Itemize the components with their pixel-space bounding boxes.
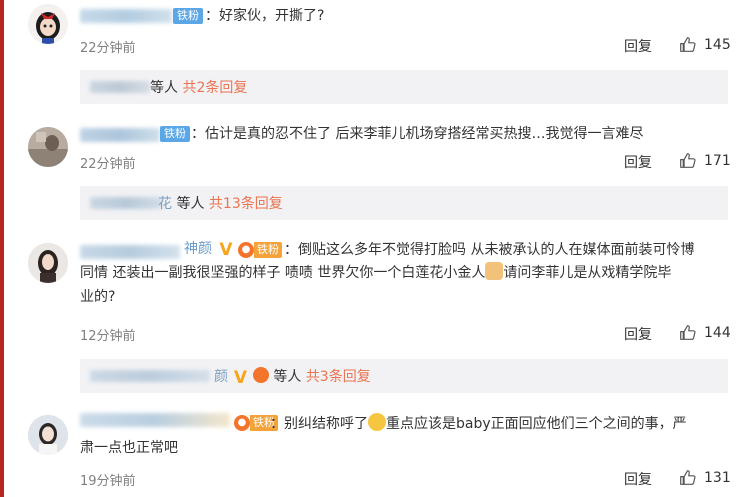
comment-text: ：好家伙，开撕了?: [205, 8, 325, 24]
comment-text-line2: 肃一点也正常吧: [80, 440, 178, 456]
like-count: 131: [704, 469, 731, 486]
like-button[interactable]: 131: [679, 469, 731, 486]
sub-replies[interactable]: 等人 共2条回复: [80, 70, 728, 104]
view-replies-link[interactable]: 共3条回复: [306, 369, 371, 385]
fan-icon: [252, 367, 269, 383]
sub-reply-summary: 花 等人 共13条回复: [158, 196, 283, 212]
sleepy-face-emoji: [368, 413, 386, 431]
comment-text: ：估计是真的忍不住了 后来李菲儿机场穿搭经常买热搜…我觉得一言难尽: [191, 126, 644, 142]
fan-icon: ●: [234, 415, 250, 431]
thumbs-up-icon: [680, 325, 696, 340]
comment-time: 22分钟前: [80, 41, 136, 56]
like-button[interactable]: 144: [679, 324, 731, 341]
iron-fan-badge: 铁粉: [160, 126, 190, 142]
avatar[interactable]: [28, 243, 68, 283]
like-count: 171: [704, 152, 731, 169]
fan-icon: ●: [238, 242, 254, 258]
username-tail[interactable]: 神颜: [184, 238, 212, 260]
comment-time: 22分钟前: [80, 157, 136, 172]
comment-time: 19分钟前: [80, 474, 136, 489]
sub-replies[interactable]: 颜 V 等人 共3条回复: [80, 359, 728, 393]
fan-level-badge: ● 铁粉: [238, 242, 282, 258]
username-blurred[interactable]: [80, 9, 172, 23]
reply-button[interactable]: 回复: [624, 324, 652, 344]
praying-hands-emoji: [485, 262, 504, 280]
view-replies-link[interactable]: 共2条回复: [182, 80, 247, 96]
sub-username-blurred: [90, 197, 162, 209]
comment-text-line2: 同情 还装出一副我很坚强的样子 啧啧 世界欠你一个白莲花小金人 请问李菲儿是从戏精…: [80, 262, 671, 284]
comment-text: ：别纠结称呼了 重点应该是baby正面回应他们三个之间的事，严: [270, 413, 687, 435]
avatar[interactable]: [28, 127, 68, 167]
sub-reply-summary: 颜 V 等人 共3条回复: [214, 367, 371, 388]
like-button[interactable]: 145: [679, 36, 731, 53]
reply-button[interactable]: 回复: [624, 152, 652, 172]
vip-v-icon: V: [233, 368, 248, 388]
username-blurred[interactable]: [80, 413, 230, 427]
comment-text-line3: 业的?: [80, 289, 116, 305]
like-count: 144: [704, 324, 731, 341]
sub-replies[interactable]: 花 等人 共13条回复: [80, 186, 728, 220]
sub-username-blurred: [90, 370, 210, 382]
thumbs-up-icon: [680, 470, 696, 485]
reply-button[interactable]: 回复: [624, 36, 652, 56]
vip-v-icon: V: [219, 240, 233, 260]
iron-fan-badge: 铁粉: [173, 8, 203, 24]
sub-username-blurred: [90, 81, 150, 93]
like-button[interactable]: 171: [679, 152, 731, 169]
view-replies-link[interactable]: 共13条回复: [209, 196, 283, 212]
comment-time: 12分钟前: [80, 329, 136, 344]
sub-reply-summary: 等人 共2条回复: [150, 80, 248, 96]
avatar[interactable]: [28, 4, 68, 44]
thumbs-up-icon: [680, 37, 696, 52]
left-red-rule: [0, 0, 4, 497]
reply-button[interactable]: 回复: [624, 469, 652, 489]
avatar[interactable]: [28, 415, 68, 455]
thumbs-up-icon: [680, 153, 696, 168]
like-count: 145: [704, 36, 731, 53]
comment-text: ：倒贴这么多年不觉得打脸吗 从未被承认的人在媒体面前装可怜博: [284, 242, 695, 258]
username-blurred[interactable]: [80, 245, 180, 259]
username-blurred[interactable]: [80, 128, 160, 142]
